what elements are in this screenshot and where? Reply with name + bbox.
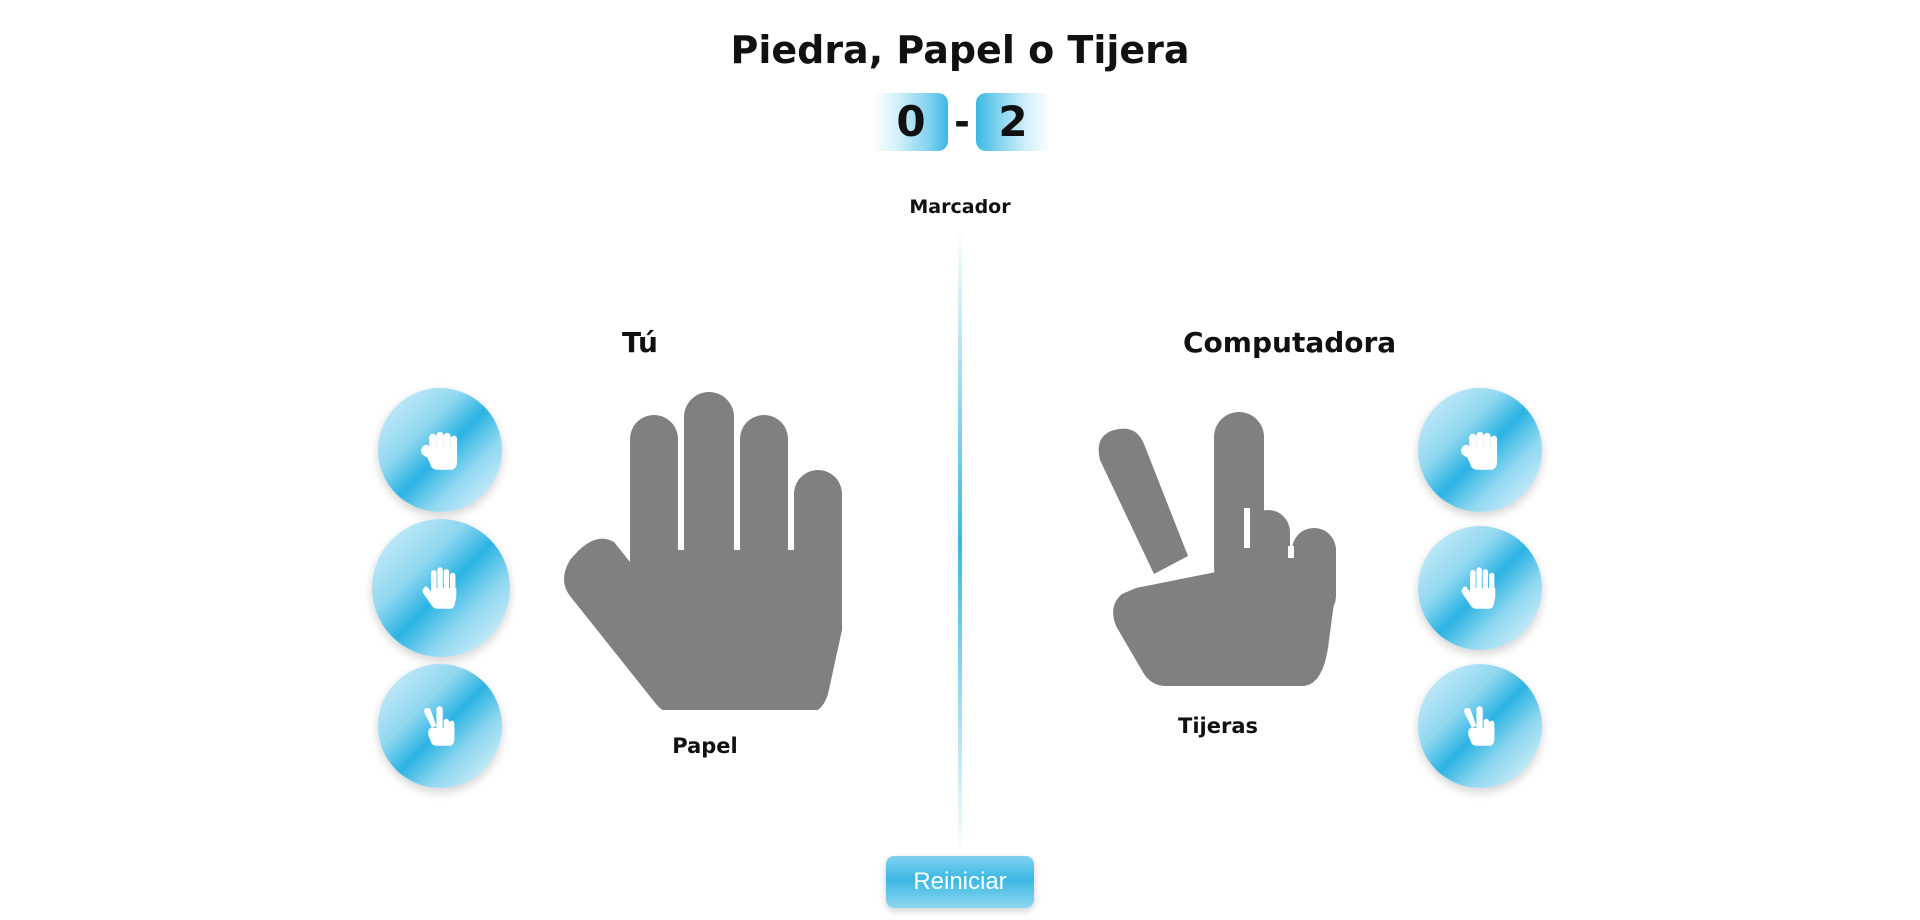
computer-selection-label: Tijeras: [1178, 714, 1258, 738]
scissors-hand-icon: [1098, 412, 1336, 686]
player-rock-button[interactable]: [378, 388, 502, 512]
computer-scissors-option: [1418, 664, 1542, 788]
player-scissors-button[interactable]: [378, 664, 502, 788]
scoreboard-label: Marcador: [909, 196, 1011, 218]
rock-hand-icon: [421, 432, 458, 470]
computer-label: Computadora: [1183, 326, 1397, 359]
rock-hand-icon: [1461, 432, 1498, 470]
game-page: Piedra, Papel o Tijera 0 - 2 Marcador Tú: [0, 0, 1920, 920]
paper-hand-icon: [564, 392, 842, 710]
scissors-hand-icon: [1464, 706, 1495, 746]
computer-rock-option: [1418, 388, 1542, 512]
reset-button[interactable]: Reiniciar: [886, 856, 1034, 908]
computer-score: 2: [976, 93, 1050, 151]
player-paper-button[interactable]: [372, 519, 510, 657]
score-separator: -: [954, 100, 970, 144]
player-label: Tú: [622, 326, 658, 359]
scissors-hand-icon: [424, 706, 455, 746]
paper-hand-icon: [422, 567, 457, 609]
player-score: 0: [874, 93, 948, 151]
scoreboard: 0 - 2: [874, 93, 1050, 151]
computer-paper-option: [1418, 526, 1542, 650]
player-selection-label: Papel: [672, 734, 738, 758]
paper-hand-icon: [1461, 567, 1496, 609]
page-title: Piedra, Papel o Tijera: [730, 28, 1190, 72]
center-divider: [958, 228, 962, 858]
